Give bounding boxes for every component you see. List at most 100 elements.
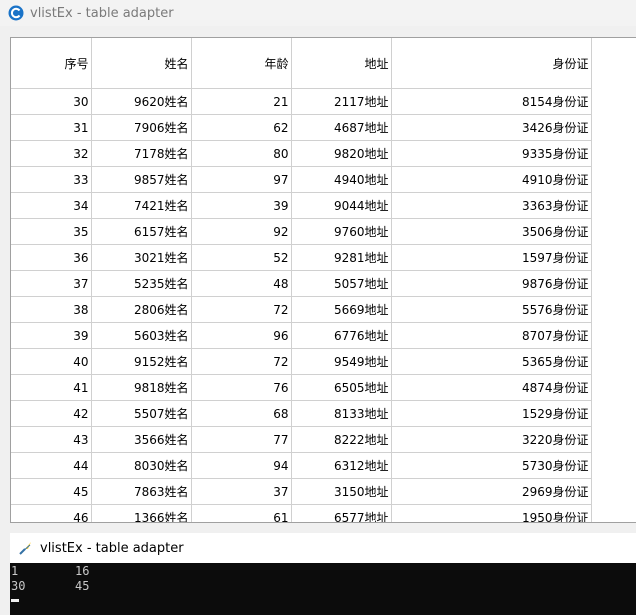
cell-index: 38	[11, 296, 92, 323]
cell-name: 9620姓名	[91, 88, 192, 115]
cell-id-card: 4910身份证	[391, 166, 592, 193]
cell-address: 8133地址	[291, 400, 392, 427]
column-header-id-card[interactable]: 身份证	[391, 38, 592, 89]
console-line: 1 16	[11, 564, 636, 579]
cell-index: 30	[11, 88, 92, 115]
cell-name: 9818姓名	[91, 374, 192, 401]
table-row[interactable]: 45 7863姓名 37 3150地址 2969身份证	[11, 478, 592, 505]
cell-age: 80	[191, 140, 292, 167]
cell-index: 36	[11, 244, 92, 271]
cell-id-card: 5730身份证	[391, 452, 592, 479]
table-body: 30 9620姓名 21 2117地址 8154身份证 31 7906姓名 62 4687地址 3…	[11, 88, 592, 522]
table-row[interactable]: 38 2806姓名 72 5669地址 5576身份证	[11, 296, 592, 323]
cell-address: 4687地址	[291, 114, 392, 141]
cell-age: 76	[191, 374, 292, 401]
cell-address: 2117地址	[291, 88, 392, 115]
table-view[interactable]: 序号 姓名 年龄 地址 身份证 30 9620姓名 21 2117地址 8154身份证 3…	[10, 37, 636, 523]
cell-age: 61	[191, 504, 292, 522]
cell-id-card: 3363身份证	[391, 192, 592, 219]
table-row[interactable]: 42 5507姓名 68 8133地址 1529身份证	[11, 400, 592, 427]
cell-id-card: 3506身份证	[391, 218, 592, 245]
cell-address: 4940地址	[291, 166, 392, 193]
table-row[interactable]: 34 7421姓名 39 9044地址 3363身份证	[11, 192, 592, 219]
column-header-age[interactable]: 年龄	[191, 38, 292, 89]
cell-id-card: 8707身份证	[391, 322, 592, 349]
cell-age: 97	[191, 166, 292, 193]
table-row[interactable]: 31 7906姓名 62 4687地址 3426身份证	[11, 114, 592, 141]
cell-name: 9152姓名	[91, 348, 192, 375]
cell-index: 43	[11, 426, 92, 453]
cell-name: 9857姓名	[91, 166, 192, 193]
cell-name: 7421姓名	[91, 192, 192, 219]
cell-address: 9760地址	[291, 218, 392, 245]
cell-name: 3021姓名	[91, 244, 192, 271]
cell-index: 31	[11, 114, 92, 141]
table-row[interactable]: 30 9620姓名 21 2117地址 8154身份证	[11, 88, 592, 115]
cell-age: 96	[191, 322, 292, 349]
table-row[interactable]: 35 6157姓名 92 9760地址 3506身份证	[11, 218, 592, 245]
cell-name: 7178姓名	[91, 140, 192, 167]
table-row[interactable]: 39 5603姓名 96 6776地址 8707身份证	[11, 322, 592, 349]
cell-address: 5669地址	[291, 296, 392, 323]
table-row[interactable]: 37 5235姓名 48 5057地址 9876身份证	[11, 270, 592, 297]
table-row[interactable]: 36 3021姓名 52 9281地址 1597身份证	[11, 244, 592, 271]
cell-age: 72	[191, 348, 292, 375]
console-value: 30	[11, 579, 26, 593]
cell-age: 62	[191, 114, 292, 141]
console-output: 1 16 30 45	[10, 563, 636, 602]
cell-address: 3150地址	[291, 478, 392, 505]
table-row[interactable]: 33 9857姓名 97 4940地址 4910身份证	[11, 166, 592, 193]
cell-address: 5057地址	[291, 270, 392, 297]
cell-age: 37	[191, 478, 292, 505]
window-title: vlistEx - table adapter	[30, 5, 174, 21]
table-header-row: 序号 姓名 年龄 地址 身份证	[11, 38, 592, 89]
console-value: 16	[75, 564, 90, 578]
cell-index: 35	[11, 218, 92, 245]
table-row[interactable]: 44 8030姓名 94 6312地址 5730身份证	[11, 452, 592, 479]
cell-age: 39	[191, 192, 292, 219]
table-row[interactable]: 40 9152姓名 72 9549地址 5365身份证	[11, 348, 592, 375]
console-titlebar[interactable]: vlistEx - table adapter	[10, 533, 636, 563]
console-cursor	[11, 599, 19, 602]
cell-index: 42	[11, 400, 92, 427]
column-header-name[interactable]: 姓名	[91, 38, 192, 89]
table-row[interactable]: 41 9818姓名 76 6505地址 4874身份证	[11, 374, 592, 401]
cell-address: 8222地址	[291, 426, 392, 453]
cell-index: 41	[11, 374, 92, 401]
cell-age: 52	[191, 244, 292, 271]
cell-name: 5235姓名	[91, 270, 192, 297]
cell-age: 21	[191, 88, 292, 115]
cell-id-card: 1529身份证	[391, 400, 592, 427]
table-row[interactable]: 32 7178姓名 80 9820地址 9335身份证	[11, 140, 592, 167]
data-table: 序号 姓名 年龄 地址 身份证 30 9620姓名 21 2117地址 8154身份证 3…	[11, 38, 592, 522]
column-header-index[interactable]: 序号	[11, 38, 92, 89]
cell-id-card: 9876身份证	[391, 270, 592, 297]
cell-name: 5603姓名	[91, 322, 192, 349]
console-window[interactable]: vlistEx - table adapter 1 16 30 45	[10, 533, 636, 615]
cell-index: 45	[11, 478, 92, 505]
app-logo-icon	[8, 5, 24, 21]
column-header-address[interactable]: 地址	[291, 38, 392, 89]
cell-id-card: 5576身份证	[391, 296, 592, 323]
console-line: 30 45	[11, 579, 636, 594]
console-title: vlistEx - table adapter	[40, 540, 184, 556]
cell-age: 77	[191, 426, 292, 453]
cell-address: 6577地址	[291, 504, 392, 522]
console-value: 1	[11, 564, 19, 578]
cell-index: 37	[11, 270, 92, 297]
cell-index: 44	[11, 452, 92, 479]
table-row[interactable]: 46 1366姓名 61 6577地址 1950身份证	[11, 504, 592, 522]
table-row[interactable]: 43 3566姓名 77 8222地址 3220身份证	[11, 426, 592, 453]
cell-id-card: 8154身份证	[391, 88, 592, 115]
cell-address: 9820地址	[291, 140, 392, 167]
cell-index: 32	[11, 140, 92, 167]
cell-id-card: 3426身份证	[391, 114, 592, 141]
cell-name: 7863姓名	[91, 478, 192, 505]
cell-id-card: 9335身份证	[391, 140, 592, 167]
cell-address: 9281地址	[291, 244, 392, 271]
cell-name: 8030姓名	[91, 452, 192, 479]
cell-index: 33	[11, 166, 92, 193]
cell-age: 72	[191, 296, 292, 323]
main-window-titlebar[interactable]: vlistEx - table adapter	[0, 0, 636, 26]
cell-name: 2806姓名	[91, 296, 192, 323]
